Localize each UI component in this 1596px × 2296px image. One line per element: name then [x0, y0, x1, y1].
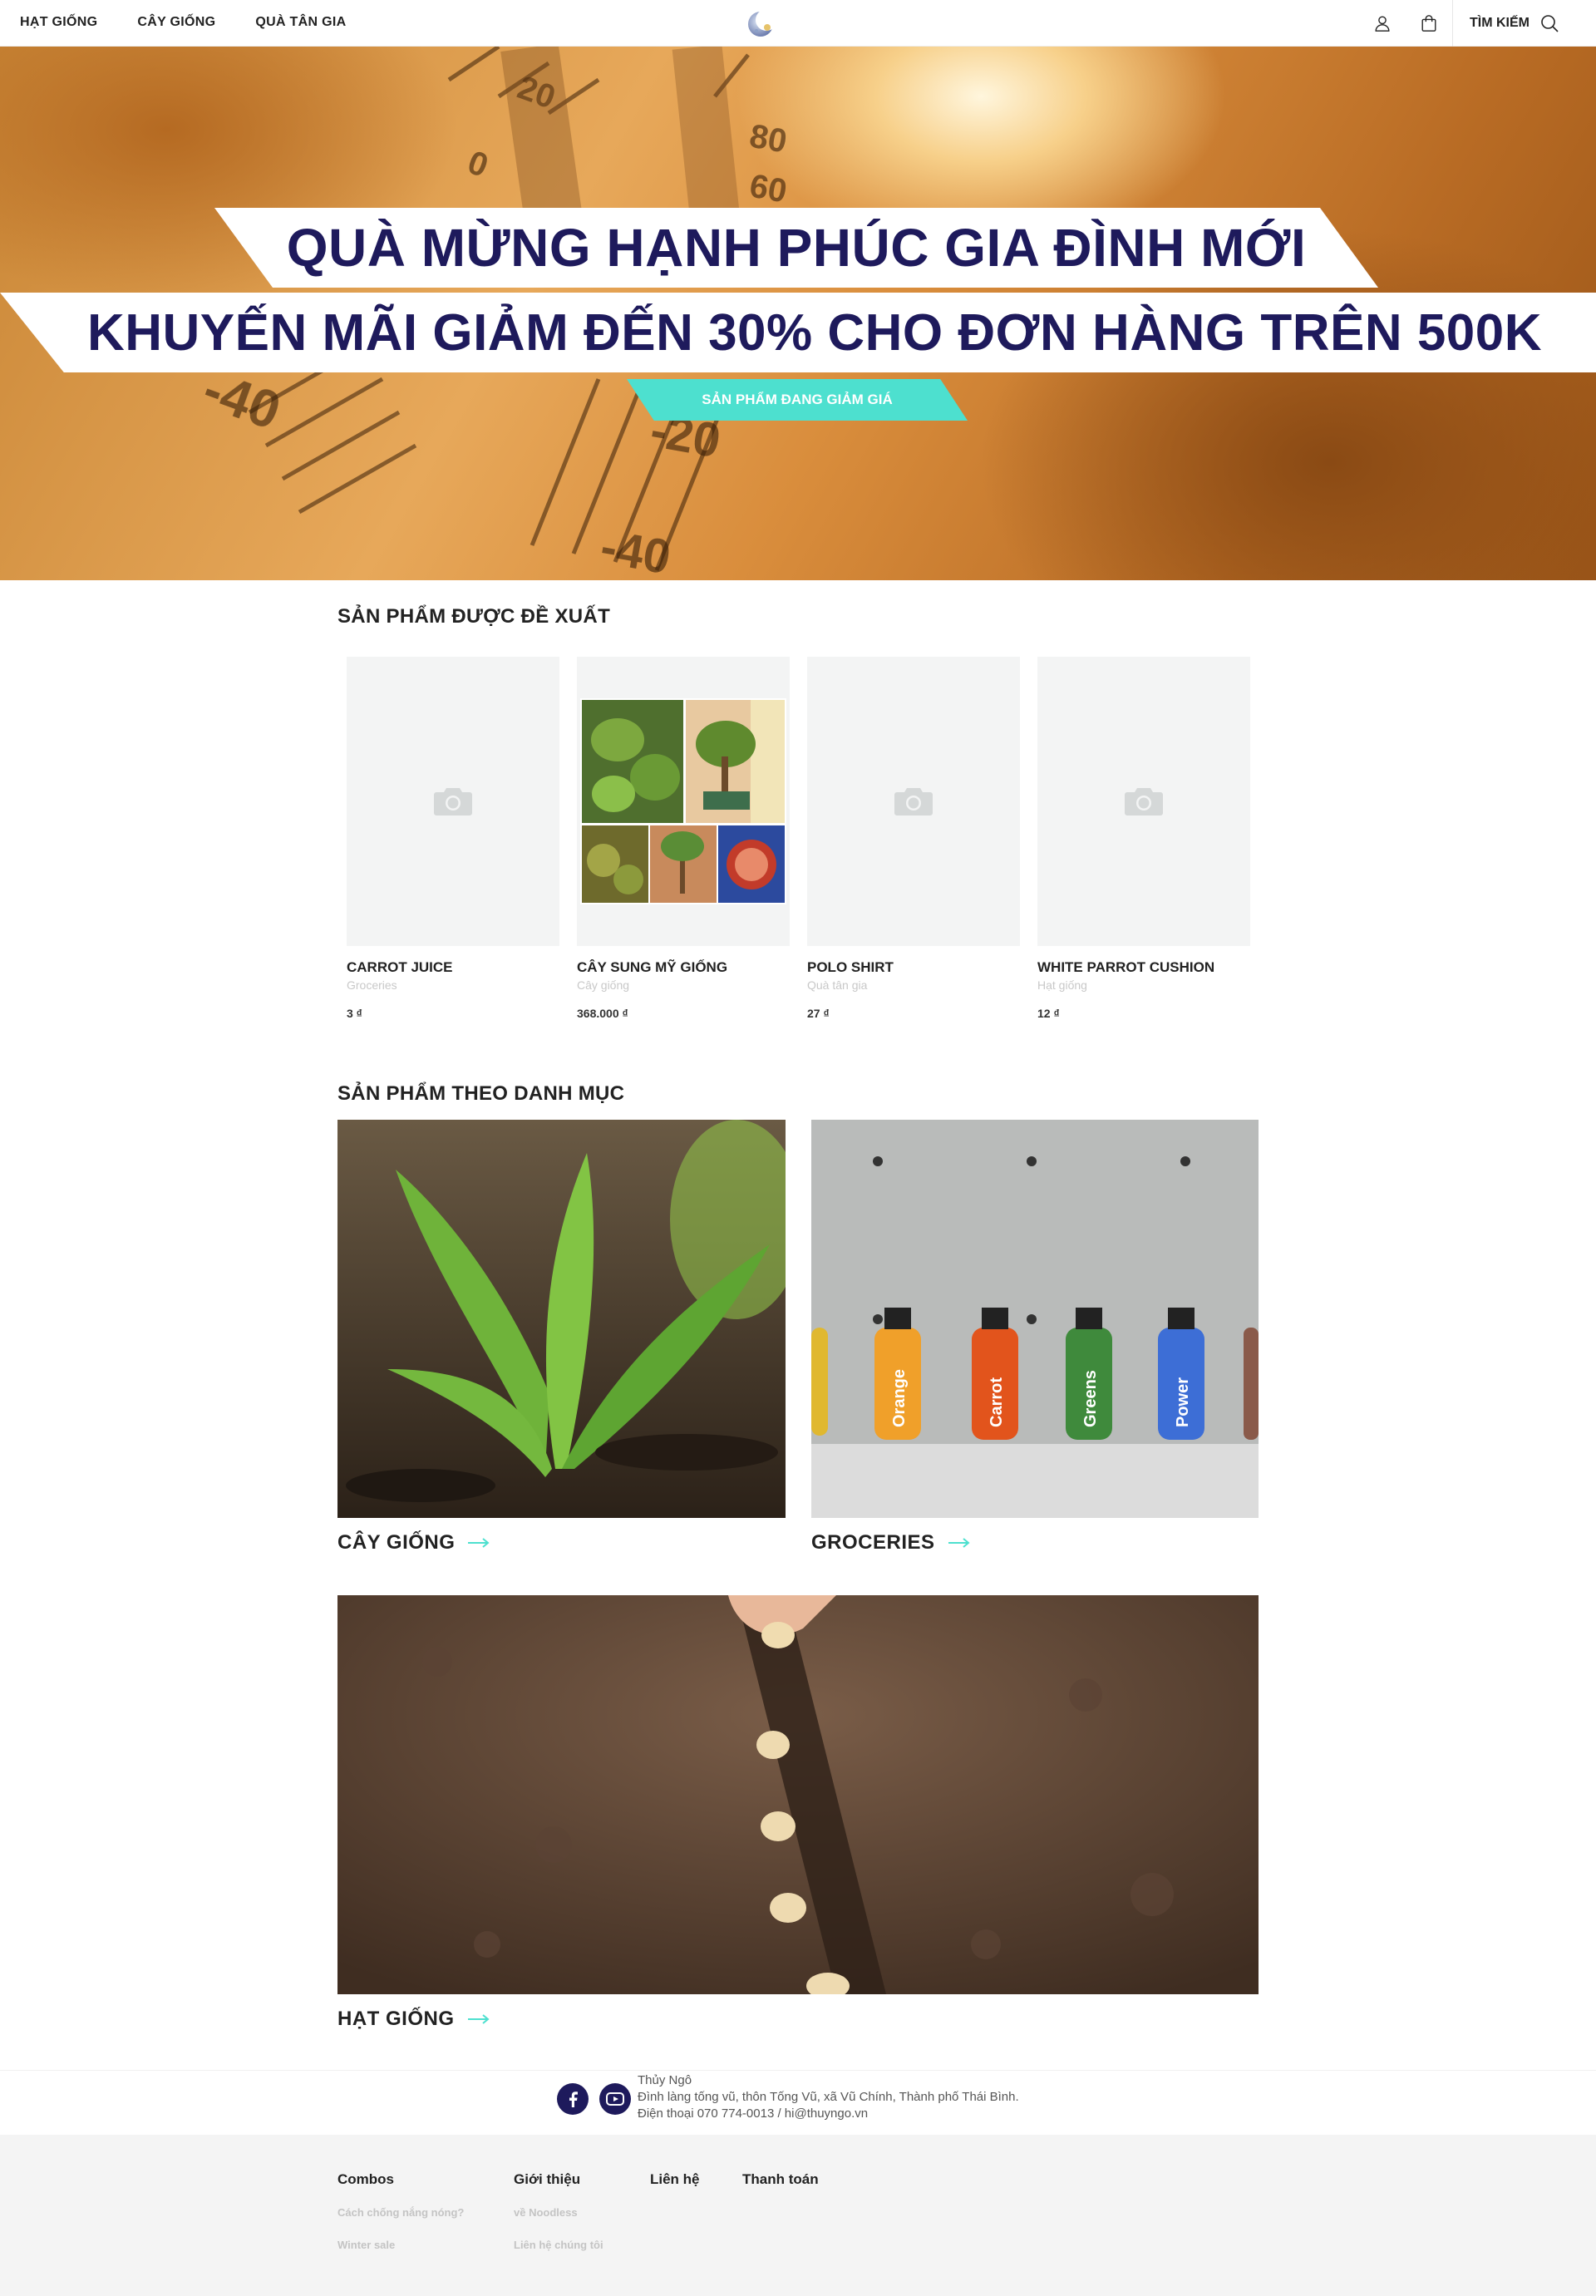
footer-link[interactable]: Liên hệ chúng tôi: [514, 2239, 603, 2251]
product-card[interactable]: CARROT JUICE Groceries 3 ₫: [347, 657, 559, 1020]
footer-heading[interactable]: Liên hệ: [650, 2171, 700, 2188]
category-label: HẠT GIỐNG: [337, 2008, 455, 2030]
category-label: GROCERIES: [811, 1531, 935, 1554]
category-image-hat-giong[interactable]: [337, 1595, 1259, 1994]
category-image-cay-giong[interactable]: [337, 1120, 786, 1518]
bottle-label: Orange: [890, 1369, 909, 1427]
product-card[interactable]: WHITE PARROT CUSHION Hạt giống 12 ₫: [1037, 657, 1250, 1020]
svg-text:60: 60: [746, 168, 789, 210]
hero-banner: -40 -20 -40 20 0 80 60 QUÀ MỪNG HẠNH PHÚ…: [0, 47, 1596, 580]
product-price: 12 ₫: [1037, 1007, 1060, 1020]
main-nav: HẠT GIỐNG CÂY GIỐNG QUÀ TÂN GIA: [20, 15, 346, 30]
svg-text:80: 80: [746, 118, 789, 160]
sale-products-button[interactable]: SẢN PHẨM ĐANG GIẢM GIÁ: [627, 379, 968, 421]
seedling-photo: [337, 1120, 786, 1518]
footer-link[interactable]: về Noodless: [514, 2206, 603, 2219]
product-price: 368.000 ₫: [577, 1007, 628, 1020]
site-header: HẠT GIỐNG CÂY GIỐNG QUÀ TÂN GIA TÌM KIẾM: [0, 0, 1596, 47]
nav-qua-tan-gia[interactable]: QUÀ TÂN GIA: [255, 15, 346, 30]
footer-link[interactable]: Cách chống nắng nóng?: [337, 2206, 464, 2219]
product-category: Groceries: [347, 978, 397, 992]
camera-icon: [1125, 788, 1163, 815]
hero-headline-2-text: KHUYẾN MÃI GIẢM ĐẾN 30% CHO ĐƠN HÀNG TRÊ…: [86, 303, 1543, 362]
product-name[interactable]: CÂY SUNG MỸ GIỐNG: [577, 959, 790, 976]
product-name[interactable]: POLO SHIRT: [807, 959, 1020, 976]
search-label: TÌM KIẾM: [1470, 16, 1530, 30]
product-category: Hạt giống: [1037, 978, 1087, 992]
camera-icon: [434, 788, 472, 815]
product-image[interactable]: [577, 657, 790, 946]
arrow-right-icon: [467, 2014, 490, 2024]
fig-tree-photo-collage: [580, 698, 786, 904]
contact-info: Thủy Ngô Đình làng tống vũ, thôn Tống Vũ…: [638, 2072, 1019, 2122]
shopping-bag-icon: [1421, 15, 1436, 32]
hero-headline-1: QUÀ MỪNG HẠNH PHÚC GIA ĐÌNH MỚI: [214, 208, 1378, 288]
product-price: 3 ₫: [347, 1007, 362, 1020]
header-actions: TÌM KIẾM: [1359, 0, 1596, 47]
facebook-icon: [569, 2092, 578, 2107]
footer-heading: Combos: [337, 2171, 394, 2187]
footer-link[interactable]: Winter sale: [337, 2239, 464, 2251]
footer-heading: Giới thiệu: [514, 2171, 581, 2187]
category-link-hat-giong[interactable]: HẠT GIỐNG: [337, 2008, 490, 2031]
footer-column-thanh-toan: Thanh toán: [742, 2171, 819, 2188]
product-card[interactable]: POLO SHIRT Quà tân gia 27 ₫: [807, 657, 1020, 1020]
footer-column-lien-he: Liên hệ: [650, 2171, 700, 2188]
footer-column-gioi-thieu: Giới thiệu về Noodless Liên hệ chúng tôi: [514, 2171, 603, 2251]
hero-headline-2: KHUYẾN MÃI GIẢM ĐẾN 30% CHO ĐƠN HÀNG TRÊ…: [0, 293, 1596, 372]
product-card[interactable]: CÂY SUNG MỸ GIỐNG Cây giống 368.000 ₫: [577, 657, 790, 1020]
product-price: 27 ₫: [807, 1007, 830, 1020]
svg-text:-40: -40: [597, 520, 675, 580]
bottle-label: Greens: [1081, 1370, 1100, 1427]
product-name[interactable]: WHITE PARROT CUSHION: [1037, 959, 1250, 976]
youtube-link[interactable]: [599, 2083, 631, 2115]
contact-name: Thủy Ngô: [638, 2073, 692, 2087]
seed-planting-photo: [337, 1595, 1259, 1994]
search-icon: [1541, 15, 1559, 32]
site-logo[interactable]: [742, 2, 782, 42]
hero-headline-1-text: QUÀ MỪNG HẠNH PHÚC GIA ĐÌNH MỚI: [286, 218, 1307, 278]
camera-icon: [894, 788, 933, 815]
category-label: CÂY GIỐNG: [337, 1531, 456, 1554]
facebook-link[interactable]: [557, 2083, 589, 2115]
product-image-placeholder[interactable]: [347, 657, 559, 946]
product-category: Cây giống: [577, 978, 630, 992]
recommended-section-title: SẢN PHẨM ĐƯỢC ĐỀ XUẤT: [337, 605, 611, 628]
category-link-groceries[interactable]: GROCERIES: [811, 1531, 970, 1554]
user-icon: [1375, 16, 1390, 32]
product-category: Quà tân gia: [807, 978, 868, 992]
youtube-icon: [606, 2092, 624, 2106]
product-name[interactable]: CARROT JUICE: [347, 959, 559, 976]
categories-section-title: SẢN PHẨM THEO DANH MỤC: [337, 1082, 625, 1105]
footer-heading[interactable]: Thanh toán: [742, 2171, 819, 2188]
nav-hat-giong[interactable]: HẠT GIỐNG: [20, 15, 97, 30]
juice-bottles-photo: Orange Carrot Greens Power: [811, 1120, 1259, 1518]
bottle-label: Carrot: [988, 1377, 1006, 1427]
product-image-placeholder[interactable]: [1037, 657, 1250, 946]
svg-text:0: 0: [463, 144, 493, 185]
bottle-label: Power: [1174, 1377, 1192, 1427]
moon-logo-icon: [748, 9, 777, 37]
category-image-groceries[interactable]: Orange Carrot Greens Power: [811, 1120, 1259, 1518]
site-footer: [0, 2135, 1596, 2296]
cart-button[interactable]: [1406, 0, 1452, 47]
search-button[interactable]: TÌM KIẾM: [1453, 0, 1596, 47]
category-link-cay-giong[interactable]: CÂY GIỐNG: [337, 1531, 490, 1554]
footer-column-combos: Combos Cách chống nắng nóng? Winter sale: [337, 2171, 464, 2251]
arrow-right-icon: [468, 1538, 490, 1548]
product-image-placeholder[interactable]: [807, 657, 1020, 946]
account-button[interactable]: [1359, 0, 1406, 47]
nav-cay-giong[interactable]: CÂY GIỐNG: [137, 15, 215, 30]
arrow-right-icon: [948, 1538, 970, 1548]
contact-phone: Điện thoại 070 774-0013 / hi@thuyngo.vn: [638, 2106, 869, 2121]
contact-address: Đình làng tống vũ, thôn Tống Vũ, xã Vũ C…: [638, 2090, 1019, 2104]
